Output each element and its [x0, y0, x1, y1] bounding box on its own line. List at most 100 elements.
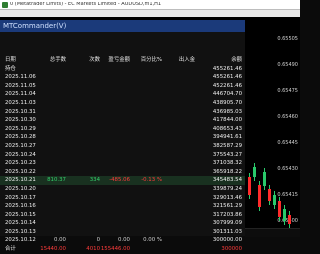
- cell-pct: 0.00 %: [143, 237, 162, 244]
- panel-title: MTCommander(V): [3, 21, 67, 30]
- cell-balance: 408653.43: [212, 125, 242, 132]
- table-row[interactable]: 2025.10.24 375543.27: [0, 151, 245, 160]
- table-row[interactable]: 2025.11.06 455261.46: [0, 73, 245, 82]
- cell-date: 2025.11.06: [5, 74, 36, 81]
- cell-date: 2025.10.23: [5, 160, 36, 167]
- table-row[interactable]: 2025.10.17 329013.46: [0, 194, 245, 203]
- price-axis-label: 0.65460: [277, 114, 298, 120]
- table-total-row[interactable]: 合计 15440.00 4010 155446.00 300000: [0, 245, 245, 254]
- cell-date: 2025.10.12: [5, 237, 36, 244]
- table-row[interactable]: 2025.10.13 301311.03: [0, 228, 245, 237]
- candle-body: [288, 215, 291, 224]
- window-titlebar: 0 (Metatrader Limits) - EC Markets Limit…: [0, 0, 300, 10]
- table-row[interactable]: 2025.10.30 417844.00: [0, 116, 245, 125]
- cell-pnl: 0.00: [117, 237, 130, 244]
- cell-date: 2025.10.16: [5, 203, 36, 210]
- cell-date: 2025.10.15: [5, 211, 36, 218]
- cell-date: 2025.11.05: [5, 82, 36, 89]
- candle-body: [258, 185, 261, 207]
- cell-lots: 0.00: [53, 237, 66, 244]
- chart-scroll-strip[interactable]: [245, 228, 300, 237]
- cell-date: 2025.10.29: [5, 125, 36, 132]
- cell-date: 2025.10.30: [5, 117, 36, 124]
- cell-date: 2025.10.27: [5, 142, 36, 149]
- cell-balance: 329013.46: [212, 194, 242, 201]
- header-percent: 百分比%: [140, 57, 162, 63]
- table-row[interactable]: 2025.10.29 408653.43: [0, 125, 245, 134]
- table-row[interactable]: 2025.10.15 317203.86: [0, 211, 245, 220]
- cell-date: 合计: [5, 246, 16, 253]
- cell-date: 2025.10.22: [5, 168, 36, 175]
- cell-count: 4010: [86, 246, 100, 253]
- report-table: 日期 总手数 次数 盈亏金额 百分比% 出入金 余额 持仓 455261.46 20…: [0, 56, 245, 254]
- cell-balance: 455261.46: [212, 74, 242, 81]
- cell-count: 334: [89, 177, 100, 184]
- price-axis-label: 0.65490: [277, 62, 298, 68]
- window-title: 0 (Metatrader Limits) - EC Markets Limit…: [10, 2, 162, 7]
- header-deposit: 出入金: [178, 57, 195, 63]
- cell-date: 2025.10.14: [5, 220, 36, 227]
- cell-pct: -0.13 %: [141, 177, 162, 184]
- header-pnl: 盈亏金额: [108, 57, 130, 63]
- table-row[interactable]: 2025.10.20 339879.24: [0, 185, 245, 194]
- cell-date: 2025.10.28: [5, 134, 36, 141]
- mtcommander-header[interactable]: MTCommander(V): [0, 20, 245, 32]
- table-row[interactable]: 2025.10.22 365918.22: [0, 168, 245, 177]
- cell-balance: 321561.29: [212, 203, 242, 210]
- header-lots: 总手数: [49, 57, 66, 63]
- cell-balance: 317203.86: [212, 211, 242, 218]
- price-axis-label: 0.65505: [277, 36, 298, 42]
- cell-date: 持仓: [5, 65, 16, 72]
- candle-body: [253, 167, 256, 177]
- table-row[interactable]: 持仓 455261.46: [0, 65, 245, 74]
- price-axis-label: 0.65475: [277, 88, 298, 94]
- cell-balance: 375543.27: [212, 151, 242, 158]
- price-chart[interactable]: 0.65505 0.65490 0.65475 0.65460 0.65445 0.654…: [245, 17, 300, 236]
- table-row[interactable]: 2025.10.28 394941.61: [0, 133, 245, 142]
- cell-date: 2025.10.31: [5, 108, 36, 115]
- candle-body: [283, 209, 286, 221]
- header-date: 日期: [5, 57, 16, 63]
- table-row[interactable]: 2025.11.03 438905.70: [0, 99, 245, 108]
- cell-balance: 365918.22: [212, 168, 242, 175]
- cell-balance: 345483.54: [212, 177, 242, 184]
- cell-date: 2025.10.24: [5, 151, 36, 158]
- cell-balance: 382587.29: [212, 142, 242, 149]
- cell-lots: 15440.00: [40, 246, 66, 253]
- header-count: 次数: [89, 57, 100, 63]
- cell-pnl: 155446.00: [100, 246, 130, 253]
- cell-balance: 455261.46: [212, 65, 242, 72]
- cell-balance: 307999.09: [212, 220, 242, 227]
- cell-balance: 394941.61: [212, 134, 242, 141]
- cell-date: 2025.10.21: [5, 177, 36, 184]
- table-row[interactable]: 2025.10.23 371038.32: [0, 159, 245, 168]
- cell-balance: 452261.46: [212, 82, 242, 89]
- price-axis-label: 0.65445: [277, 140, 298, 146]
- table-row[interactable]: 2025.10.12 0.00 0 0.00 0.00 % 300000.00: [0, 236, 245, 245]
- table-row[interactable]: 2025.10.16 321561.29: [0, 202, 245, 211]
- cell-count: 0: [96, 237, 100, 244]
- table-row[interactable]: 2025.11.05 452261.46: [0, 82, 245, 91]
- table-row[interactable]: 2025.10.31 436985.03: [0, 108, 245, 117]
- candle-body: [263, 172, 266, 186]
- cell-balance: 371038.32: [212, 160, 242, 167]
- cell-date: 2025.10.17: [5, 194, 36, 201]
- table-row[interactable]: 2025.10.27 382587.29: [0, 142, 245, 151]
- table-header-row: 日期 总手数 次数 盈亏金额 百分比% 出入金 余额: [0, 56, 245, 65]
- cell-balance: 300000.00: [212, 237, 242, 244]
- candle-body: [278, 201, 281, 217]
- cell-balance: 446704.70: [212, 91, 242, 98]
- candle-body: [273, 195, 276, 205]
- cell-pnl: -485.06: [109, 177, 130, 184]
- app-icon: [2, 1, 8, 8]
- price-axis-label: 0.65430: [277, 166, 298, 172]
- cell-balance: 301311.03: [212, 228, 242, 235]
- cell-balance: 438905.70: [212, 99, 242, 106]
- cell-balance: 300000: [221, 246, 242, 253]
- cell-balance: 339879.24: [212, 185, 242, 192]
- table-row[interactable]: 2025.10.21 810.37 334 -485.06 -0.13 % 345483.…: [0, 176, 245, 185]
- table-row[interactable]: 2025.10.14 307999.09: [0, 219, 245, 228]
- table-row[interactable]: 2025.11.04 446704.70: [0, 90, 245, 99]
- cell-date: 2025.10.20: [5, 185, 36, 192]
- cell-balance: 436985.03: [212, 108, 242, 115]
